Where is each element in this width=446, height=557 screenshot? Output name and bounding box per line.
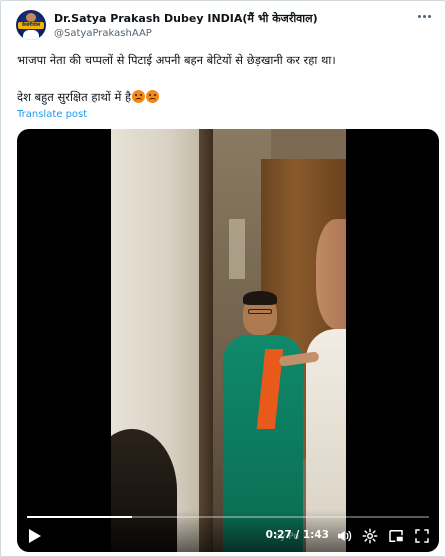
picture-in-picture-icon[interactable]	[387, 527, 405, 545]
translate-post-link[interactable]: Translate post	[17, 109, 87, 120]
post-card: केजरीवाल Dr.Satya Prakash Dubey INDIA(मै…	[0, 0, 446, 557]
video-player[interactable]: by Po 0:27 / 1:43	[17, 129, 439, 552]
angry-face-emoji-icon	[146, 90, 160, 103]
settings-icon[interactable]	[361, 527, 379, 545]
more-options-icon[interactable]	[415, 9, 433, 23]
play-icon[interactable]	[27, 528, 41, 544]
volume-icon[interactable]	[335, 527, 353, 545]
video-time-display: 0:27 / 1:43	[265, 529, 329, 541]
video-frame	[111, 129, 346, 552]
author-handle[interactable]: @SatyaPrakashAAP	[54, 28, 152, 39]
avatar-badge-text: केजरीवाल	[21, 22, 41, 28]
post-text-line-2: देश बहुत सुरक्षित हाथों में है	[17, 90, 160, 105]
angry-face-emoji-icon	[132, 90, 146, 103]
author-avatar[interactable]: केजरीवाल	[16, 10, 46, 40]
video-progress-fill	[27, 516, 132, 518]
post-text-line-2-content: देश बहुत सुरक्षित हाथों में है	[17, 90, 132, 104]
video-controls: by Po 0:27 / 1:43	[17, 510, 439, 552]
video-progress-bar[interactable]	[27, 516, 429, 518]
author-display-name[interactable]: Dr.Satya Prakash Dubey INDIA(मैं भी केजर…	[54, 11, 318, 26]
fullscreen-icon[interactable]	[413, 527, 431, 545]
post-text-line-1: भाजपा नेता की चप्पलों से पिटाई अपनी बहन …	[17, 53, 336, 67]
